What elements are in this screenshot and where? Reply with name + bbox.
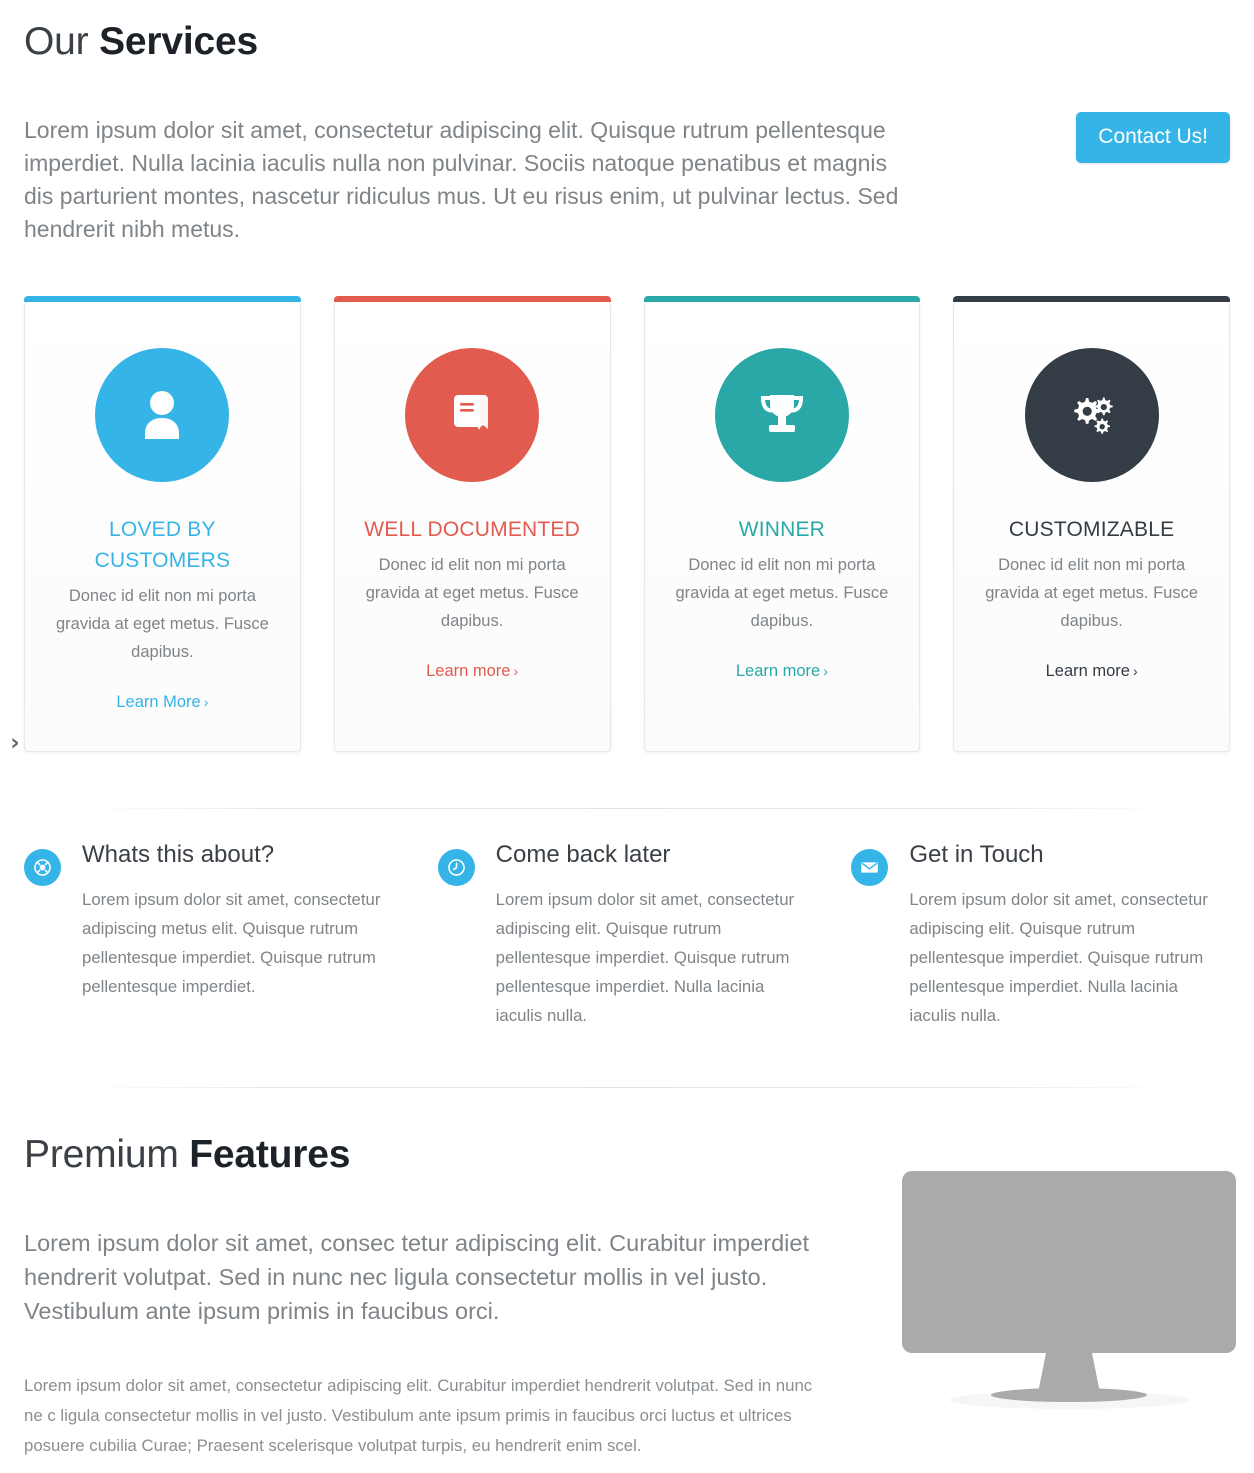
page-root: Our Services Lorem ipsum dolor sit amet,…	[0, 0, 1254, 1460]
premium-title-bold: Features	[189, 1132, 351, 1176]
info-body: Get in Touch Lorem ipsum dolor sit amet,…	[888, 841, 1212, 1031]
page-title-bold: Services	[99, 20, 258, 63]
card-description: Donec id elit non mi porta gravida at eg…	[55, 586, 269, 662]
card-title: LOVED BY CUSTOMERS	[94, 517, 231, 572]
contact-us-button[interactable]: Contact Us!	[1076, 112, 1230, 163]
chevron-right-icon: ›	[1132, 662, 1138, 679]
info-column: Come back later Lorem ipsum dolor sit am…	[437, 841, 817, 1031]
clock-icon[interactable]	[437, 848, 475, 886]
card-title: WINNER	[738, 517, 826, 541]
card-learn-more-link[interactable]: Learn more ›	[736, 662, 828, 681]
card-accent-bar	[24, 295, 301, 302]
divider-top	[78, 807, 1176, 809]
card-learn-more-label: Learn more	[735, 661, 821, 680]
chevron-right-icon: ›	[513, 662, 519, 679]
trophy-icon	[754, 389, 810, 441]
chevron-right-icon: ›	[823, 662, 828, 679]
card-description: Donec id elit non mi porta gravida at eg…	[675, 555, 889, 631]
lifebuoy-icon[interactable]	[24, 848, 61, 886]
info-text: Lorem ipsum dolor sit amet, consectetur …	[495, 890, 795, 1026]
book-icon	[446, 389, 498, 441]
info-text: Lorem ipsum dolor sit amet, consectetur …	[909, 890, 1208, 1026]
info-columns: Whats this about? Lorem ipsum dolor sit …	[0, 841, 1254, 1031]
info-body: Whats this about? Lorem ipsum dolor sit …	[61, 841, 385, 1031]
envelope-icon[interactable]	[851, 848, 889, 886]
divider-bottom	[78, 1086, 1176, 1088]
desktop-monitor-illustration	[894, 1157, 1244, 1427]
card-description: Donec id elit non mi porta gravida at eg…	[365, 555, 579, 631]
card-title: WELL DOCUMENTED	[364, 517, 580, 541]
premium-body-text: Lorem ipsum dolor sit amet, consectetur …	[24, 1376, 813, 1455]
card-learn-more-link[interactable]: Learn More ›	[116, 693, 208, 712]
premium-lead-text: Lorem ipsum dolor sit amet, consec tetur…	[24, 1229, 809, 1325]
gears-icon	[1064, 389, 1120, 441]
info-heading: Whats this about?	[82, 840, 275, 868]
chevron-right-icon: ›	[203, 693, 209, 710]
card-learn-more-label: Learn More	[116, 692, 201, 711]
card-description: Donec id elit non mi porta gravida at eg…	[985, 555, 1199, 631]
services-header: Our Services Lorem ipsum dolor sit amet,…	[0, 0, 1254, 246]
card-icon-circle	[95, 347, 230, 482]
card-learn-more-link[interactable]: Learn more ›	[426, 662, 518, 681]
card-accent-bar	[333, 295, 611, 302]
service-card[interactable]: CUSTOMIZABLE Donec id elit non mi porta …	[953, 295, 1230, 752]
service-card[interactable]: LOVED BY CUSTOMERS Donec id elit non mi …	[24, 295, 301, 752]
info-body: Come back later Lorem ipsum dolor sit am…	[475, 841, 799, 1031]
card-icon-circle	[405, 347, 540, 482]
service-card[interactable]: WELL DOCUMENTED Donec id elit non mi por…	[333, 295, 611, 752]
card-icon-circle	[714, 347, 849, 482]
card-title: CUSTOMIZABLE	[1008, 517, 1175, 541]
card-accent-bar	[953, 295, 1230, 302]
card-learn-more-link[interactable]: Learn more ›	[1046, 662, 1138, 681]
page-title: Our Services	[24, 22, 1230, 61]
premium-features-section: Premium Features Lorem ipsum dolor sit a…	[0, 1135, 1254, 1461]
info-heading: Get in Touch	[909, 840, 1044, 868]
services-lead-text: Lorem ipsum dolor sit amet, consectetur …	[24, 117, 899, 242]
card-learn-more-label: Learn more	[426, 661, 511, 680]
page-title-light: Our	[24, 20, 100, 63]
services-carousel: › LOVED BY CUSTOMERS Donec id elit non m…	[0, 295, 1254, 756]
user-icon	[136, 387, 188, 443]
service-card[interactable]: WINNER Donec id elit non mi porta gravid…	[643, 295, 921, 752]
card-accent-bar	[643, 295, 921, 302]
info-heading: Come back later	[495, 840, 671, 868]
info-text: Lorem ipsum dolor sit amet, consectetur …	[82, 890, 381, 997]
card-learn-more-label: Learn more	[1045, 661, 1130, 680]
service-cards-row: LOVED BY CUSTOMERS Donec id elit non mi …	[24, 295, 1230, 752]
premium-title-light: Premium	[24, 1132, 190, 1176]
card-icon-circle	[1024, 347, 1159, 482]
info-column: Get in Touch Lorem ipsum dolor sit amet,…	[851, 841, 1230, 1031]
info-column: Whats this about? Lorem ipsum dolor sit …	[24, 841, 403, 1031]
